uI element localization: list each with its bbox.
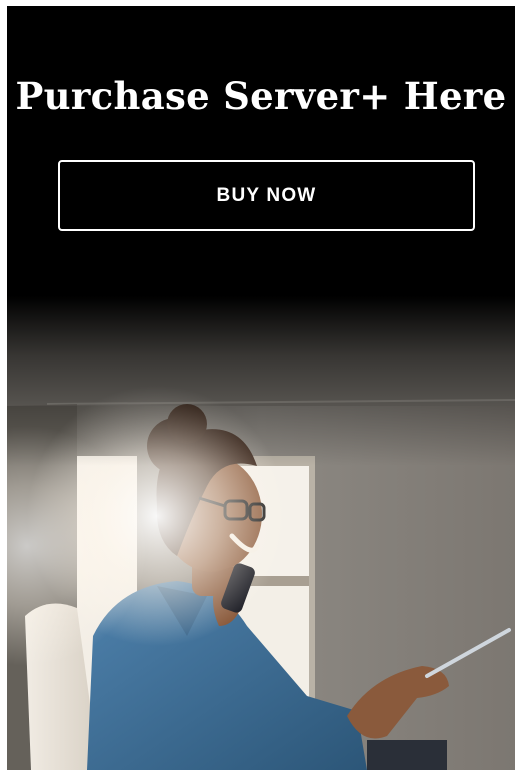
- promo-headline: Purchase Server+ Here: [15, 74, 507, 118]
- promo-card: Purchase Server+ Here BUY NOW: [7, 6, 515, 770]
- hero-photo: [7, 296, 515, 770]
- buy-now-button[interactable]: BUY NOW: [58, 160, 475, 231]
- laptop: [367, 740, 447, 770]
